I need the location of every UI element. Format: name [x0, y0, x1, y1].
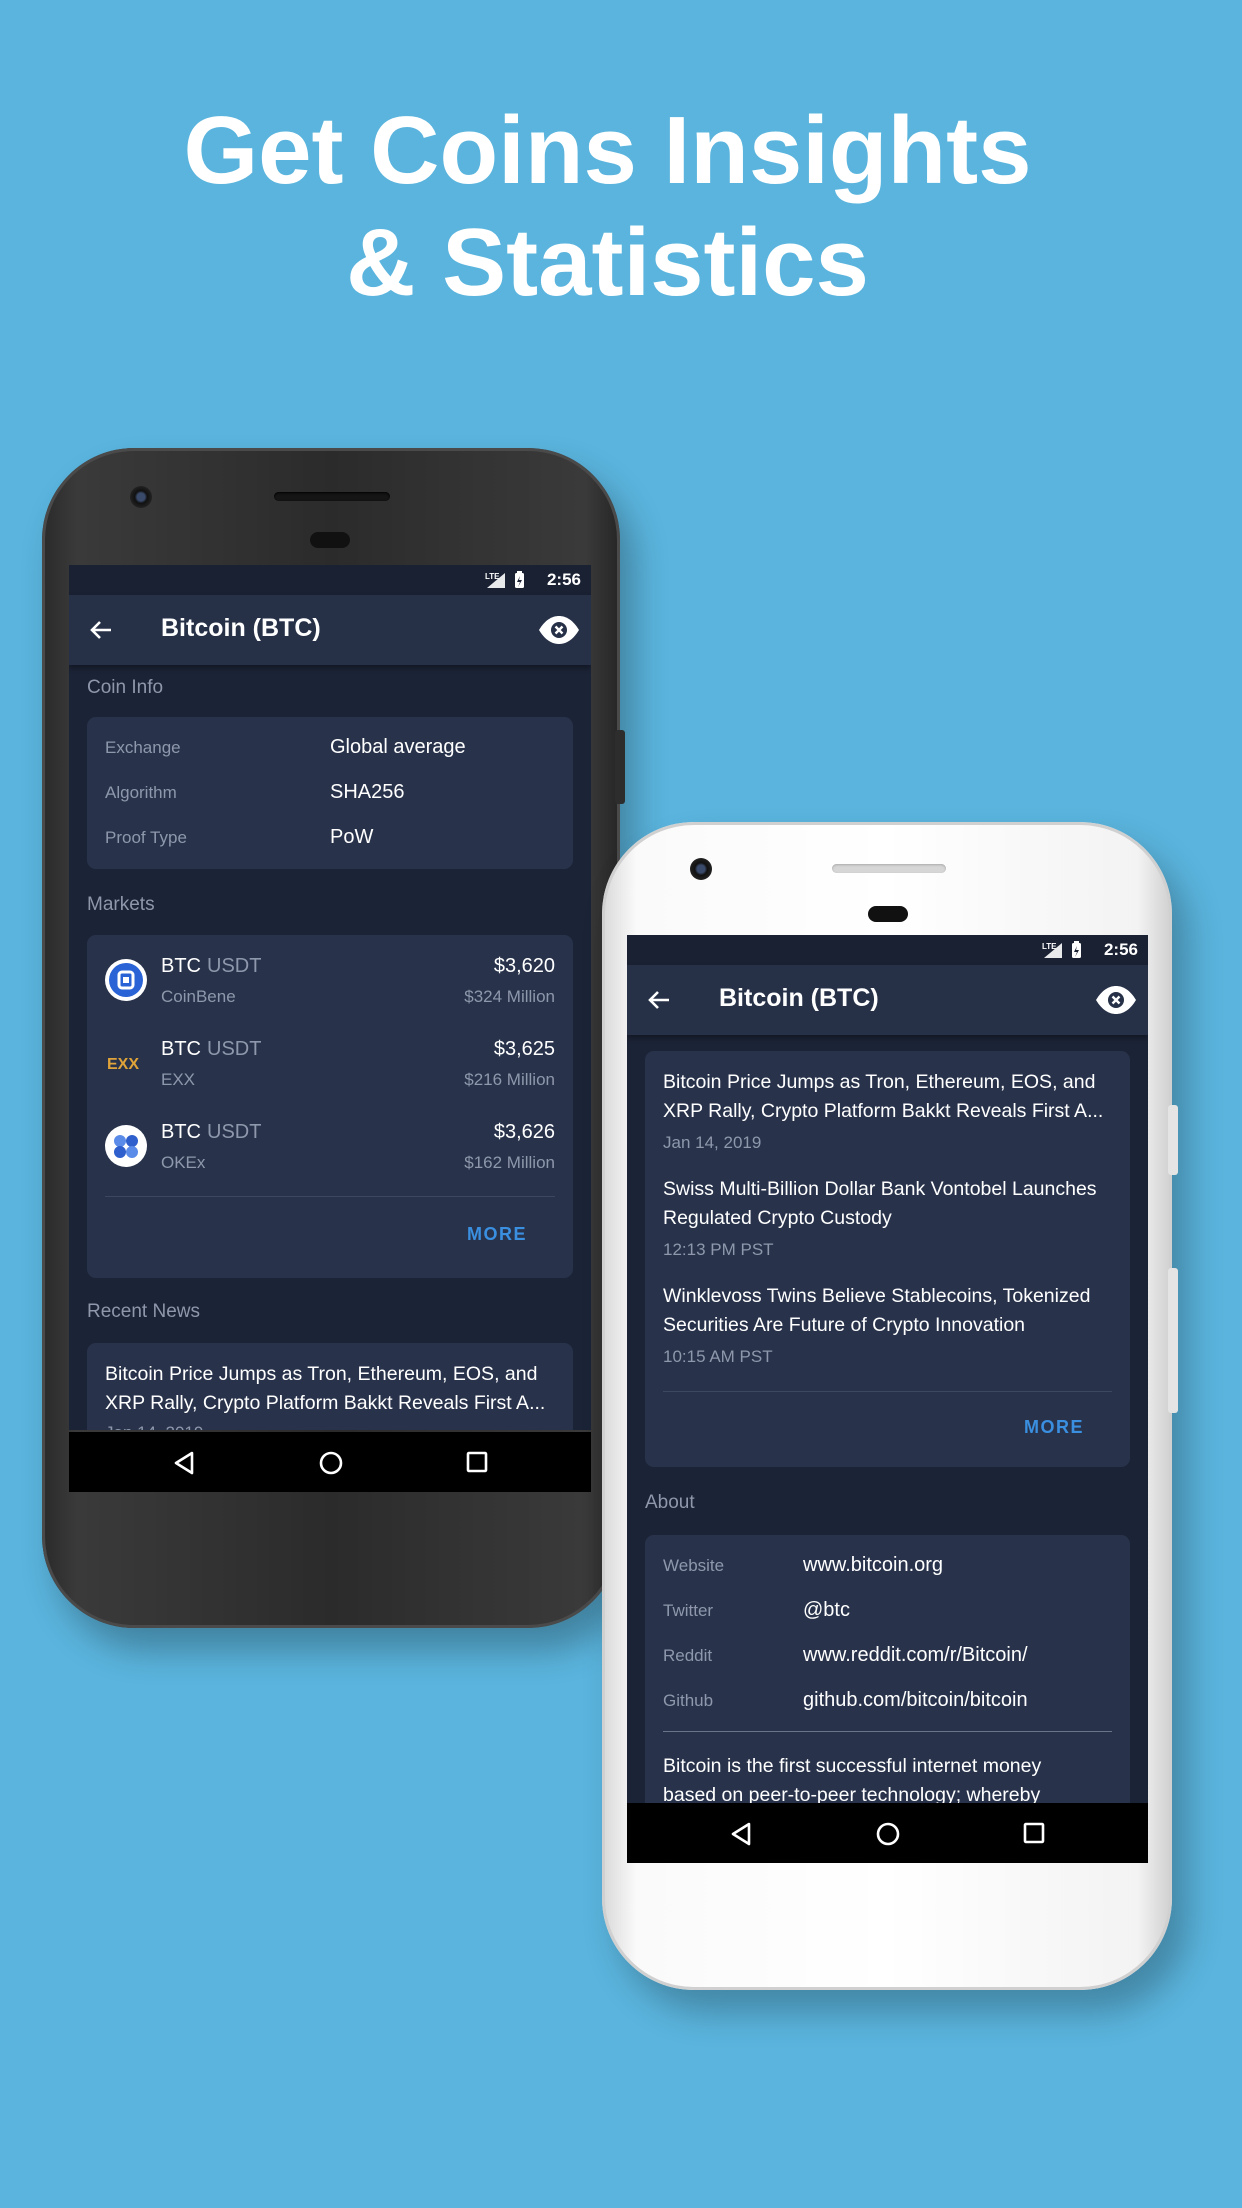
market-pair: BTC USDT: [161, 1121, 262, 1143]
news-time: 12:13 PM PST: [663, 1240, 774, 1259]
headline-line-2: & Statistics: [346, 209, 869, 316]
dark-phone-screen: LTE 2:56 Bitcoin (BTC) Coin Info Exchang…: [69, 565, 591, 1430]
github-link[interactable]: github.com/bitcoin/bitcoin: [803, 1689, 1028, 1712]
about-description: Bitcoin is the first successful internet…: [663, 1755, 1042, 1806]
kv-value: SHA256: [330, 781, 405, 803]
market-exchange: OKEx: [161, 1153, 206, 1172]
website-link[interactable]: www.bitcoin.org: [803, 1554, 943, 1577]
exx-logo-icon: EXX: [105, 1042, 147, 1084]
recent-news-card: Bitcoin Price Jumps as Tron, Ethereum, E…: [645, 1051, 1130, 1467]
nav-back-icon[interactable]: [729, 1821, 753, 1852]
markets-card: BTC USDT CoinBene $3,620 $324 Million EXX…: [87, 935, 573, 1278]
recent-news-label: Recent News: [87, 1301, 200, 1322]
markets-more-button[interactable]: MORE: [467, 1224, 527, 1245]
kv-key: Reddit: [663, 1646, 713, 1665]
kv-key: Exchange: [105, 738, 181, 757]
app-bar: Bitcoin (BTC): [69, 595, 591, 665]
unwatch-eye-icon[interactable]: [1094, 984, 1138, 1021]
news-title[interactable]: Swiss Multi-Billion Dollar Bank Vontobel…: [663, 1175, 1112, 1233]
svg-text:EXX: EXX: [107, 1056, 139, 1073]
signal-battery-icon: LTE: [1042, 941, 1081, 958]
market-price: $3,625: [493, 1038, 555, 1060]
coin-info-label: Coin Info: [87, 677, 164, 698]
headline: Get Coins Insights & Statistics: [0, 95, 1215, 319]
android-nav-bar-light: [627, 1803, 1148, 1863]
light-phone-power-button: [1168, 1105, 1178, 1175]
status-icons: LTE: [1042, 941, 1086, 964]
front-camera: [130, 486, 152, 508]
kv-value: Global average: [330, 736, 466, 758]
market-volume: $216 Million: [464, 1070, 555, 1089]
headline-line-1: Get Coins Insights: [183, 97, 1032, 204]
news-title[interactable]: Winklevoss Twins Believe Stablecoins, To…: [663, 1282, 1112, 1340]
light-phone-screen: LTE 2:56 Bitcoin (BTC) Bitcoin Price Jum…: [627, 935, 1148, 1863]
status-icons: LTE: [485, 571, 529, 594]
okex-logo-icon: [105, 1125, 147, 1167]
news-time: Jan 14, 2019: [663, 1133, 762, 1152]
page-title: Bitcoin (BTC): [161, 614, 321, 642]
kv-key: Algorithm: [105, 783, 177, 802]
android-nav-bar-dark: [69, 1432, 591, 1492]
twitter-link[interactable]: @btc: [803, 1599, 850, 1622]
proximity-sensor: [868, 906, 908, 922]
market-pair: BTC USDT: [161, 1038, 262, 1060]
news-more-button[interactable]: MORE: [1024, 1417, 1084, 1438]
kv-key: Proof Type: [105, 828, 187, 847]
market-price: $3,620: [493, 955, 555, 977]
news-time: 10:15 AM PST: [663, 1347, 773, 1366]
earpiece-speaker: [832, 864, 946, 873]
nav-recents-icon[interactable]: [1022, 1821, 1046, 1850]
nav-home-icon[interactable]: [318, 1450, 344, 1481]
nav-home-icon[interactable]: [875, 1821, 901, 1852]
market-volume: $324 Million: [464, 987, 555, 1006]
news-title[interactable]: Bitcoin Price Jumps as Tron, Ethereum, E…: [663, 1068, 1112, 1126]
unwatch-eye-icon[interactable]: [537, 614, 581, 651]
nav-back-icon[interactable]: [172, 1450, 196, 1481]
coin-info-card: Exchange Global average Algorithm SHA256…: [87, 717, 573, 869]
page-title: Bitcoin (BTC): [719, 984, 879, 1012]
earpiece-speaker: [274, 492, 390, 501]
nav-recents-icon[interactable]: [465, 1450, 489, 1479]
market-exchange: CoinBene: [161, 987, 236, 1006]
status-time: 2:56: [546, 570, 581, 589]
back-arrow-icon[interactable]: [89, 619, 113, 646]
about-label: About: [645, 1492, 695, 1513]
app-bar: Bitcoin (BTC): [627, 965, 1148, 1035]
market-volume: $162 Million: [464, 1153, 555, 1172]
divider: [663, 1391, 1112, 1392]
kv-key: Github: [663, 1691, 714, 1710]
recent-news-card: Bitcoin Price Jumps as Tron, Ethereum, E…: [87, 1343, 573, 1430]
kv-value: PoW: [330, 826, 374, 848]
coinbene-logo-icon: [105, 959, 147, 1001]
dark-phone-power-button: [615, 730, 625, 804]
markets-label: Markets: [87, 894, 155, 915]
front-camera: [690, 858, 712, 880]
reddit-link[interactable]: www.reddit.com/r/Bitcoin/: [803, 1644, 1028, 1667]
news-title[interactable]: Bitcoin Price Jumps as Tron, Ethereum, E…: [105, 1360, 555, 1418]
kv-key: Website: [663, 1556, 725, 1575]
status-bar: LTE 2:56: [69, 565, 591, 595]
light-scroll-content[interactable]: Bitcoin Price Jumps as Tron, Ethereum, E…: [627, 1035, 1148, 1855]
status-time: 2:56: [1103, 940, 1138, 959]
divider: [663, 1731, 1112, 1732]
back-arrow-icon[interactable]: [647, 989, 671, 1016]
status-bar: LTE 2:56: [627, 935, 1148, 965]
kv-key: Twitter: [663, 1601, 714, 1620]
light-phone-volume-button: [1168, 1268, 1178, 1413]
dark-scroll-content[interactable]: Coin Info Exchange Global average Algori…: [69, 665, 591, 1430]
market-pair: BTC USDT: [161, 955, 262, 977]
news-time: Jan 14, 2019: [105, 1423, 203, 1430]
divider: [105, 1196, 555, 1197]
market-price: $3,626: [493, 1121, 555, 1143]
signal-battery-icon: LTE: [485, 571, 524, 588]
market-exchange: EXX: [161, 1070, 196, 1089]
proximity-sensor: [310, 532, 350, 548]
